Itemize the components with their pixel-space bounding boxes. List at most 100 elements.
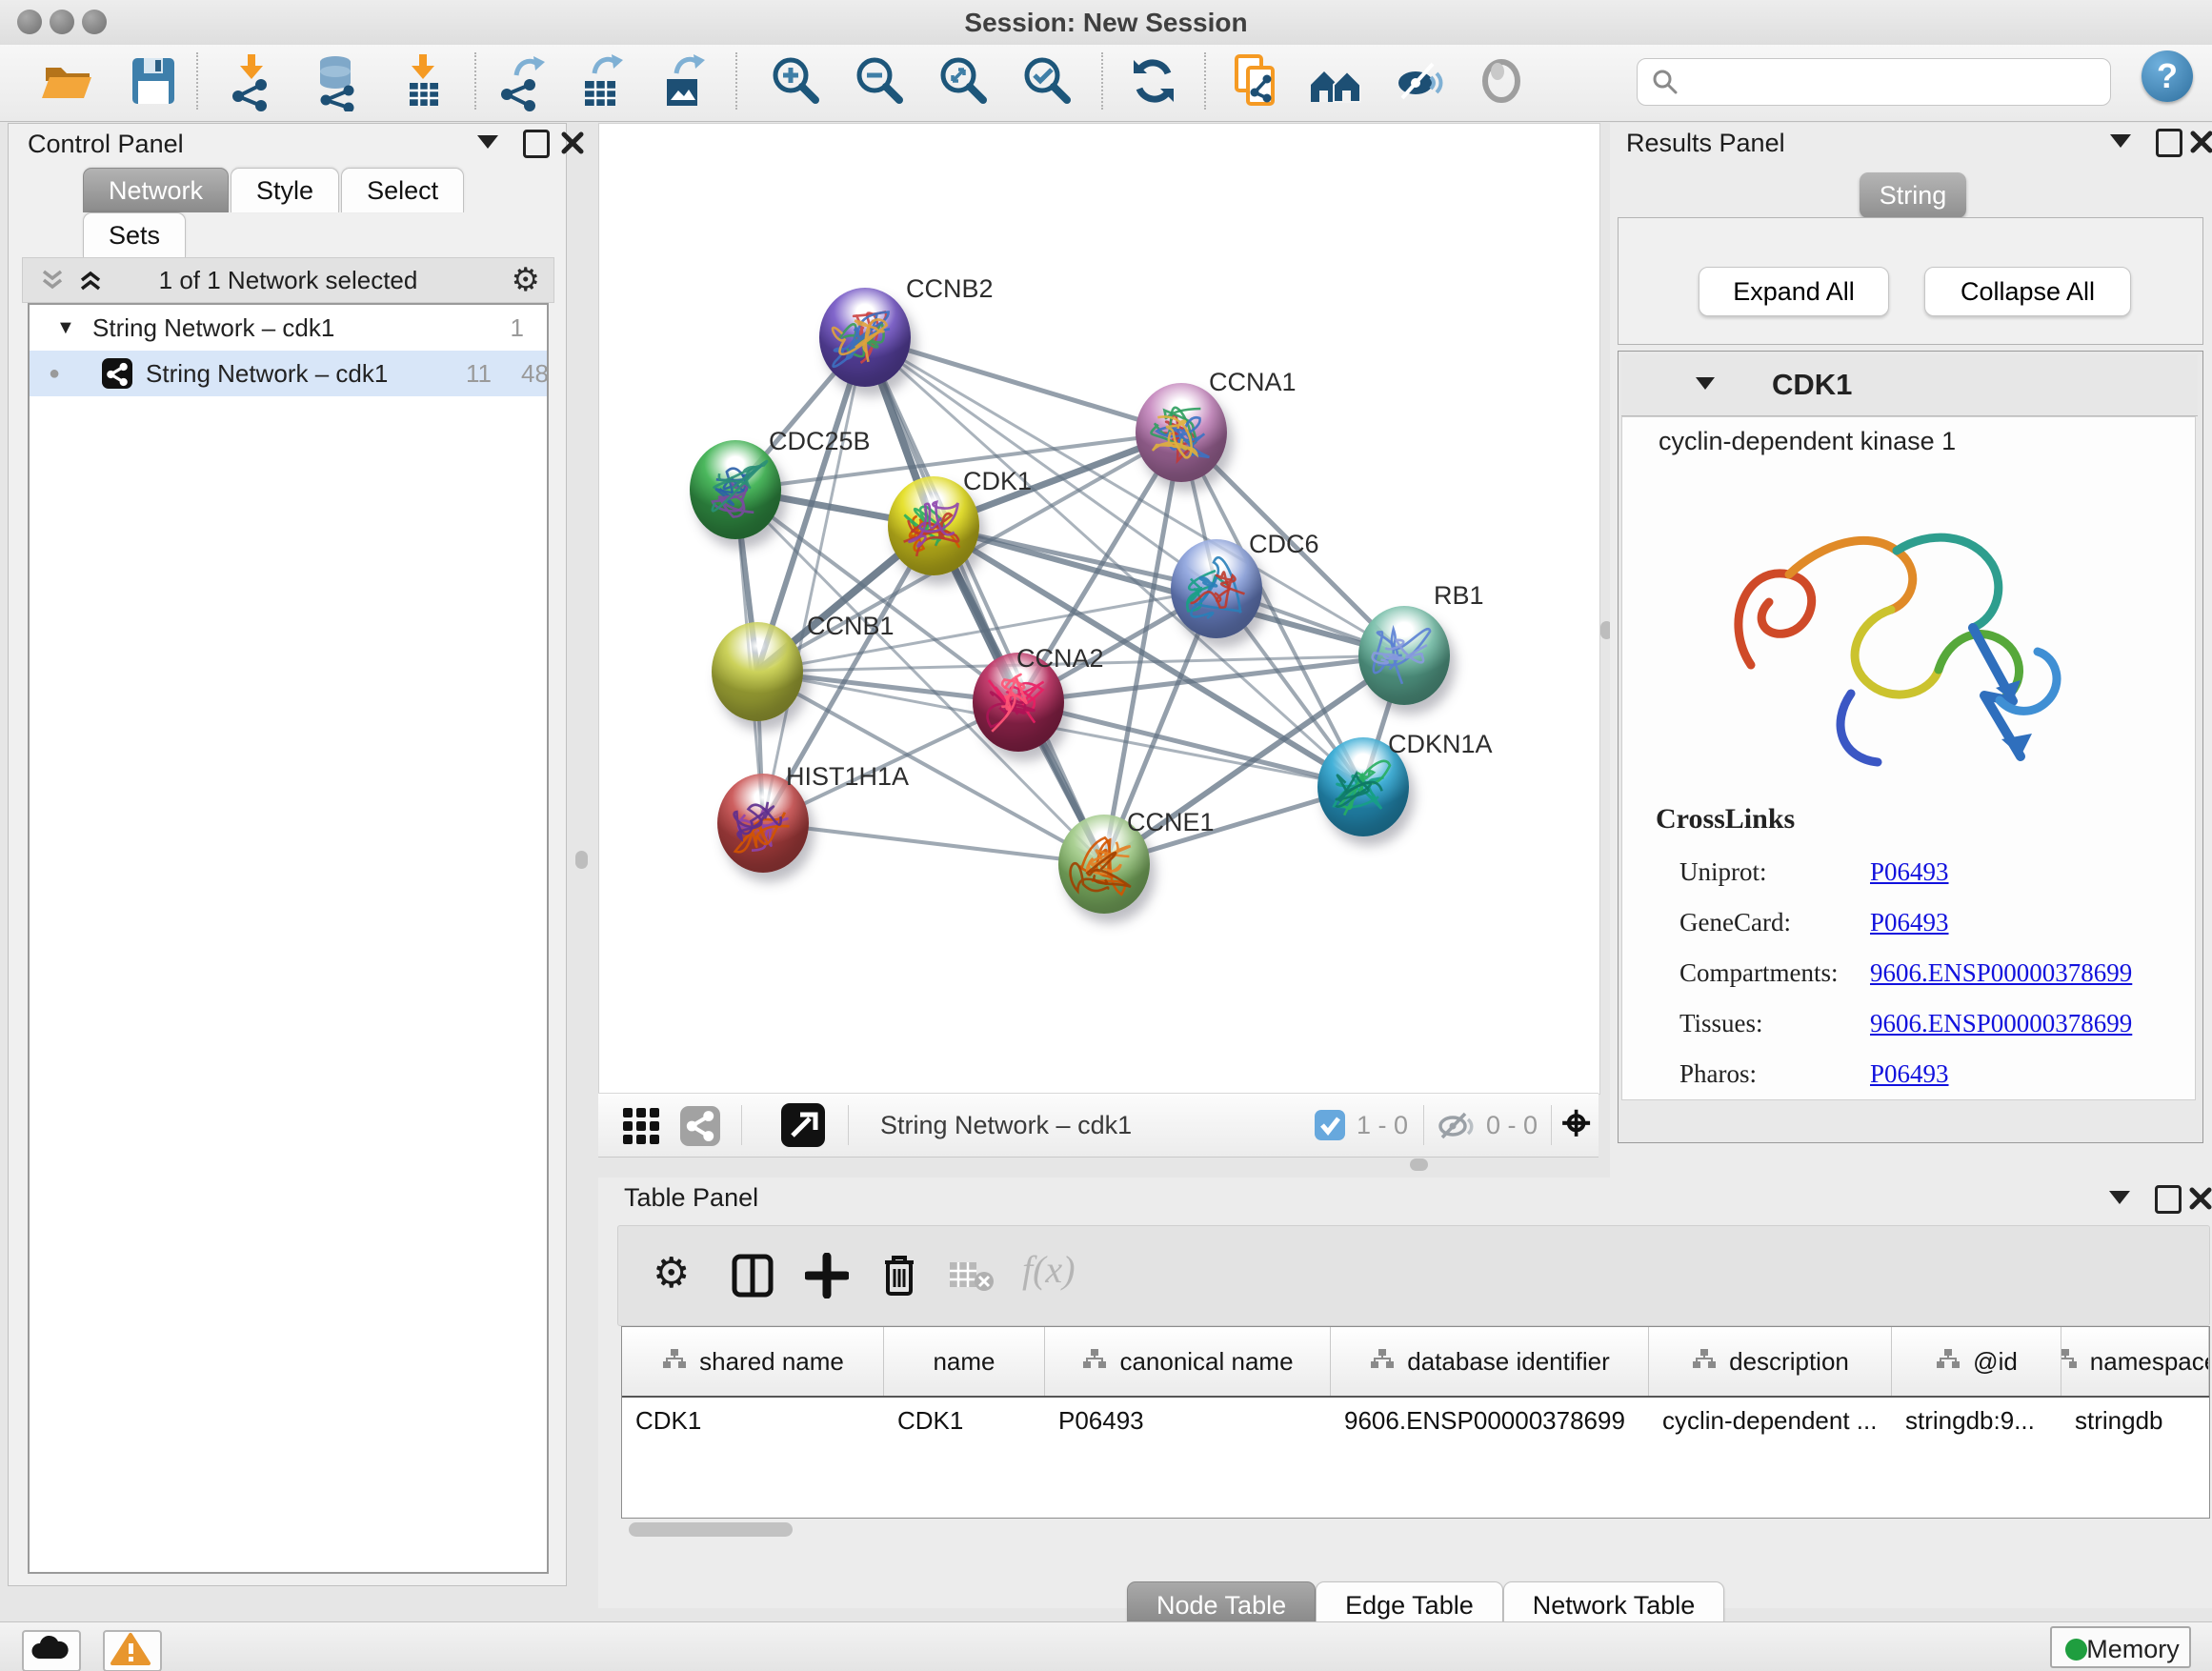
table-settings-gear-icon[interactable]: ⚙: [653, 1251, 690, 1297]
table-cell[interactable]: stringdb:9...: [1892, 1398, 2061, 1443]
column-header-database-identifier[interactable]: database identifier: [1331, 1327, 1649, 1396]
network-edge-ccnb2-hist1h1a[interactable]: [763, 337, 865, 823]
table-cell[interactable]: P06493: [1045, 1398, 1331, 1443]
delete-column-icon[interactable]: [879, 1251, 919, 1299]
panel-float-icon[interactable]: [523, 130, 550, 158]
panel-float-icon[interactable]: [2155, 1185, 2182, 1214]
crosslink-link[interactable]: P06493: [1870, 908, 1949, 937]
network-node-ccna1[interactable]: [1136, 383, 1227, 482]
tab-sets[interactable]: Sets: [83, 212, 186, 257]
help-button[interactable]: ?: [2142, 50, 2193, 102]
zoom-selected-button[interactable]: [1017, 50, 1076, 111]
network-node-ccnb1[interactable]: [712, 622, 803, 721]
first-neighbors-button[interactable]: [1307, 50, 1366, 111]
center-view-icon[interactable]: ⌖: [1562, 1094, 1590, 1153]
panel-close-icon[interactable]: [559, 130, 586, 156]
protein-section-header[interactable]: CDK1: [1621, 354, 2198, 416]
birdseye-view-icon[interactable]: [781, 1103, 825, 1147]
panel-menu-icon[interactable]: [477, 135, 498, 149]
section-expander-icon[interactable]: [1696, 377, 1715, 390]
table-row[interactable]: CDK1CDK1P064939606.ENSP00000378699cyclin…: [622, 1398, 2210, 1443]
table-horizontal-scrollbar[interactable]: [629, 1522, 793, 1537]
network-collection-row[interactable]: ▼ String Network – cdk1 1: [30, 305, 547, 351]
apply-layout-button[interactable]: [1124, 50, 1183, 111]
table-cell[interactable]: CDK1: [622, 1398, 884, 1443]
tab-network[interactable]: Network: [83, 168, 229, 212]
crosslink-label: GeneCard:: [1679, 908, 1791, 936]
export-image-button[interactable]: [654, 50, 713, 111]
table-cell[interactable]: stringdb: [2061, 1398, 2209, 1443]
zoom-in-icon: [766, 50, 825, 111]
export-network-button[interactable]: [493, 50, 553, 111]
column-header-label: name: [933, 1347, 995, 1377]
network-node-rb1[interactable]: [1358, 606, 1450, 705]
cloud-services-button[interactable]: [22, 1630, 81, 1671]
network-row[interactable]: ● String Network – cdk1 11 48: [30, 351, 547, 396]
zoom-out-button[interactable]: [850, 50, 909, 111]
crosslink-link[interactable]: 9606.ENSP00000378699: [1870, 1009, 2132, 1038]
column-header--id[interactable]: @id: [1892, 1327, 2061, 1396]
panel-close-icon[interactable]: [2187, 1185, 2212, 1212]
column-header-name[interactable]: name: [884, 1327, 1045, 1396]
hidden-eye-icon[interactable]: [1437, 1110, 1477, 1142]
tree-expander-icon[interactable]: ▼: [56, 305, 75, 351]
show-eye-icon: [1473, 50, 1532, 111]
column-header-namespace[interactable]: namespace: [2061, 1327, 2209, 1396]
network-edge-cdk1-rb1[interactable]: [934, 526, 1404, 655]
table-header-row: shared name name canonical namedatabase id…: [622, 1327, 2210, 1398]
table-cell[interactable]: 9606.ENSP00000378699: [1331, 1398, 1649, 1443]
toolbar-separator: [1551, 1105, 1552, 1145]
crosslinks-title: CrossLinks: [1656, 803, 1795, 836]
tab-string[interactable]: String: [1860, 172, 1966, 218]
splitter-grip[interactable]: [1410, 1158, 1428, 1171]
crosslink-link[interactable]: P06493: [1870, 857, 1949, 887]
crosslink-link[interactable]: 9606.ENSP00000378699: [1870, 958, 2132, 988]
warnings-button[interactable]: [103, 1630, 162, 1671]
hide-selected-button[interactable]: [1391, 50, 1450, 111]
table-panel-title: Table Panel: [624, 1183, 758, 1213]
export-table-button[interactable]: [572, 50, 631, 111]
node-table: shared name name canonical namedatabase id…: [621, 1326, 2210, 1519]
table-cell[interactable]: cyclin-dependent ...: [1649, 1398, 1892, 1443]
network-edge-hist1h1a-ccne1[interactable]: [763, 823, 1104, 864]
import-network-from-database-button[interactable]: [307, 50, 366, 111]
results-scroll-area: CDK1 cyclin-dependent kinase 1: [1618, 351, 2203, 1143]
selected-checkbox-icon[interactable]: [1315, 1110, 1345, 1140]
table-panel: Table Panel ⚙: [598, 1178, 2212, 1608]
show-columns-icon[interactable]: [731, 1253, 774, 1299]
new-network-from-selection-button[interactable]: [1227, 50, 1286, 111]
tab-style[interactable]: Style: [231, 168, 339, 212]
network-edge-ccnb2-ccna1[interactable]: [865, 337, 1181, 433]
grid-view-icon[interactable]: [621, 1106, 661, 1146]
export-network-icon: [493, 50, 553, 111]
panel-menu-icon[interactable]: [2110, 134, 2131, 148]
import-table-button[interactable]: [394, 50, 453, 111]
collapse-all-button[interactable]: Collapse All: [1924, 267, 2131, 316]
save-session-button[interactable]: [124, 50, 183, 111]
share-view-icon[interactable]: [680, 1106, 720, 1146]
table-cell[interactable]: CDK1: [884, 1398, 1045, 1443]
search-input[interactable]: [1689, 63, 2102, 101]
add-column-icon[interactable]: [805, 1253, 849, 1299]
column-header-shared-name[interactable]: shared name: [622, 1327, 884, 1396]
import-network-button[interactable]: [223, 50, 282, 111]
network-node-cdc25b[interactable]: [690, 440, 781, 539]
expand-all-button[interactable]: Expand All: [1699, 267, 1889, 316]
panel-close-icon[interactable]: [2188, 129, 2212, 155]
open-session-button[interactable]: [38, 50, 97, 111]
splitter-grip[interactable]: [575, 851, 588, 869]
gear-icon[interactable]: ⚙: [512, 258, 540, 302]
panel-float-icon[interactable]: [2156, 129, 2182, 157]
memory-button[interactable]: Memory: [2050, 1626, 2191, 1668]
network-node-ccnb2[interactable]: [819, 288, 911, 387]
show-all-button[interactable]: [1473, 50, 1532, 111]
panel-menu-icon[interactable]: [2109, 1191, 2130, 1204]
zoom-fit-button[interactable]: [934, 50, 993, 111]
column-header-canonical-name[interactable]: canonical name: [1045, 1327, 1331, 1396]
network-view-canvas[interactable]: CCNB2CCNA1CDC25BCDK1CDC6RB1CCNB1CCNA2CDK…: [598, 123, 1600, 1095]
crosslink-link[interactable]: P06493: [1870, 1059, 1949, 1089]
network-view-title: String Network – cdk1: [880, 1094, 1132, 1157]
column-header-description[interactable]: description: [1649, 1327, 1892, 1396]
tab-select[interactable]: Select: [341, 168, 464, 212]
zoom-in-button[interactable]: [766, 50, 825, 111]
